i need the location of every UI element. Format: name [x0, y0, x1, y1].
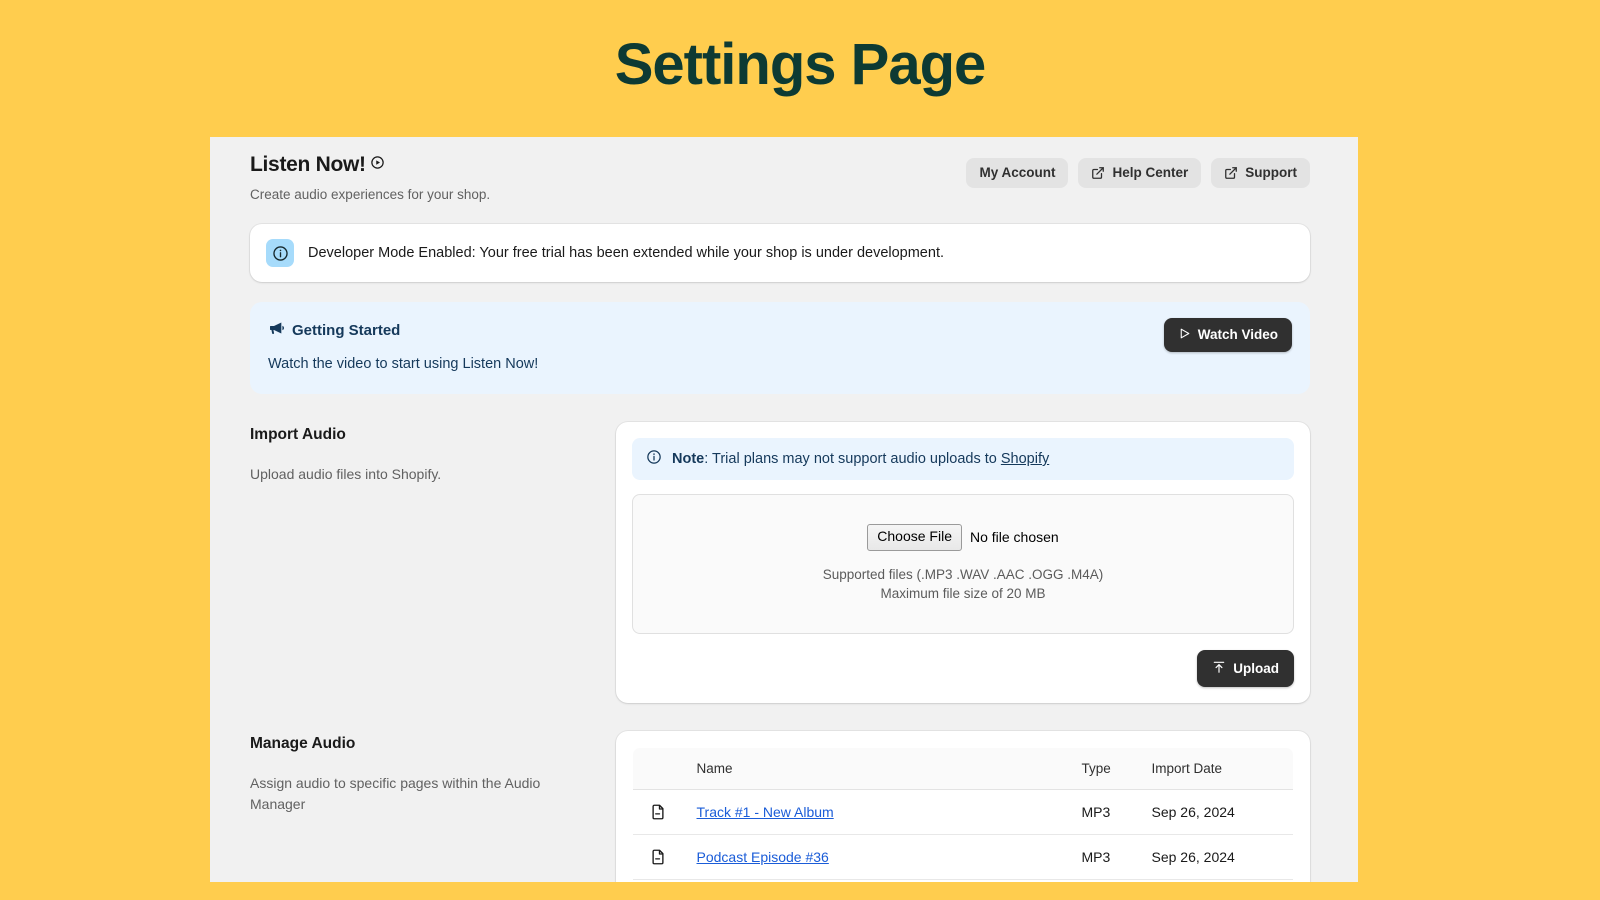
watch-video-label: Watch Video	[1197, 327, 1278, 342]
app-window: Listen Now! Create audio experiences for…	[210, 137, 1358, 882]
audio-type-cell: MP3	[1073, 834, 1144, 880]
column-header-icon	[633, 747, 689, 790]
import-audio-card: Note: Trial plans may not support audio …	[616, 422, 1310, 703]
note-label: Note	[672, 451, 705, 467]
dropzone-hint: Supported files (.MP3 .WAV .AAC .OGG .M4…	[823, 565, 1104, 604]
developer-mode-banner: Developer Mode Enabled: Your free trial …	[250, 224, 1310, 282]
getting-started-head: Getting Started	[268, 320, 1292, 341]
manage-audio-heading: Manage Audio	[250, 734, 356, 752]
megaphone-icon	[268, 320, 285, 341]
info-circle-icon	[266, 239, 294, 267]
manage-audio-card: Name Type Import Date Track #1 - New Alb…	[616, 730, 1310, 882]
audio-file-link[interactable]: Track #1 - New Album	[697, 804, 834, 820]
audio-name-cell: Global Background Music	[688, 879, 1074, 882]
document-icon	[633, 834, 689, 880]
max-file-size-text: Maximum file size of 20 MB	[880, 586, 1046, 602]
audio-table: Name Type Import Date Track #1 - New Alb…	[632, 746, 1294, 882]
help-center-label: Help Center	[1112, 165, 1189, 181]
help-center-button[interactable]: Help Center	[1078, 158, 1202, 188]
getting-started-body: Watch the video to start using Listen No…	[268, 356, 539, 372]
audio-name-cell: Podcast Episode #36	[688, 834, 1074, 880]
play-circle-icon	[370, 155, 385, 175]
upload-icon	[1212, 660, 1226, 677]
audio-type-cell: MP3	[1073, 879, 1144, 882]
choose-file-button[interactable]: Choose File	[867, 524, 962, 551]
import-audio-footer: Upload	[632, 650, 1294, 687]
table-row[interactable]: Track #1 - New Album MP3 Sep 26, 2024	[633, 789, 1293, 835]
trial-plan-note-text: Note: Trial plans may not support audio …	[672, 451, 1049, 467]
developer-mode-text: Developer Mode Enabled: Your free trial …	[308, 244, 944, 261]
audio-date-cell: Sep 26, 2024	[1143, 789, 1293, 835]
audio-date-cell: Sep 26, 2024	[1143, 879, 1293, 882]
header-actions: My Account Help Center Support	[966, 158, 1310, 188]
document-icon	[633, 789, 689, 835]
upload-button[interactable]: Upload	[1197, 650, 1294, 687]
note-body: : Trial plans may not support audio uplo…	[704, 451, 1001, 467]
external-link-icon	[1091, 166, 1105, 180]
audio-table-head: Name Type Import Date	[633, 747, 1293, 790]
column-header-import-date: Import Date	[1143, 747, 1293, 790]
document-icon	[633, 879, 689, 882]
manage-audio-section: Manage Audio Assign audio to specific pa…	[250, 730, 1310, 883]
app-content: Developer Mode Enabled: Your free trial …	[210, 224, 1358, 882]
audio-table-body: Track #1 - New Album MP3 Sep 26, 2024 Po…	[633, 789, 1293, 882]
audio-date-cell: Sep 26, 2024	[1143, 834, 1293, 880]
external-link-icon	[1224, 166, 1238, 180]
info-circle-icon	[646, 449, 662, 469]
watch-video-button[interactable]: Watch Video	[1163, 318, 1292, 352]
brand-block: Listen Now! Create audio experiences for…	[250, 153, 490, 202]
support-button[interactable]: Support	[1211, 158, 1310, 188]
column-header-type: Type	[1073, 747, 1144, 790]
my-account-button[interactable]: My Account	[966, 158, 1069, 188]
app-header: Listen Now! Create audio experiences for…	[210, 137, 1358, 202]
support-label: Support	[1245, 165, 1297, 181]
brand-tagline: Create audio experiences for your shop.	[250, 187, 491, 202]
file-chosen-status: No file chosen	[969, 529, 1059, 546]
file-dropzone[interactable]: Choose File No file chosen Supported fil…	[632, 494, 1294, 634]
file-input[interactable]: Choose File No file chosen	[867, 524, 1059, 551]
table-row[interactable]: Global Background Music MP3 Sep 26, 2024	[633, 879, 1293, 882]
brand-title: Listen Now!	[250, 153, 366, 176]
manage-audio-description: Assign audio to specific pages within th…	[250, 774, 541, 813]
getting-started-card: Getting Started Watch the video to start…	[250, 302, 1310, 394]
table-header-row: Name Type Import Date	[633, 747, 1293, 790]
import-audio-description: Upload audio files into Shopify.	[250, 466, 442, 482]
upload-label: Upload	[1233, 660, 1279, 676]
import-audio-section: Import Audio Upload audio files into Sho…	[250, 422, 1310, 703]
trial-plan-note: Note: Trial plans may not support audio …	[632, 438, 1294, 480]
play-icon	[1178, 327, 1191, 343]
shopify-link[interactable]: Shopify	[1001, 451, 1049, 467]
page-title: Settings Page	[614, 32, 987, 97]
import-audio-aside: Import Audio Upload audio files into Sho…	[250, 422, 616, 703]
import-audio-heading: Import Audio	[250, 426, 346, 443]
column-header-name: Name	[688, 747, 1074, 790]
audio-type-cell: MP3	[1073, 789, 1144, 835]
table-row[interactable]: Podcast Episode #36 MP3 Sep 26, 2024	[633, 834, 1293, 880]
audio-file-link[interactable]: Podcast Episode #36	[697, 849, 829, 865]
brand-title-row: Listen Now!	[250, 153, 490, 177]
supported-files-text: Supported files (.MP3 .WAV .AAC .OGG .M4…	[822, 566, 1104, 582]
audio-name-cell: Track #1 - New Album	[688, 789, 1074, 835]
getting-started-title: Getting Started	[292, 322, 401, 339]
manage-audio-aside: Manage Audio Assign audio to specific pa…	[250, 731, 616, 883]
my-account-label: My Account	[979, 165, 1056, 181]
